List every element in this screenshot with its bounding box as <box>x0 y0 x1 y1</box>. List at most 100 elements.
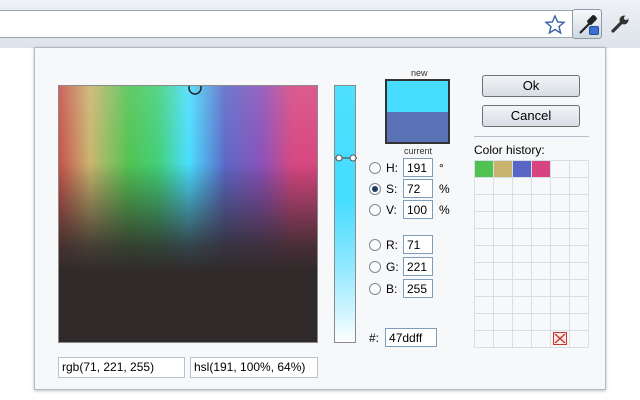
history-empty-slot[interactable] <box>551 246 570 263</box>
history-empty-slot[interactable] <box>513 280 532 297</box>
history-empty-slot[interactable] <box>513 263 532 280</box>
history-empty-slot[interactable] <box>494 229 513 246</box>
wrench-icon[interactable] <box>608 12 632 36</box>
history-empty-slot[interactable] <box>494 314 513 331</box>
history-empty-slot[interactable] <box>551 314 570 331</box>
history-empty-slot[interactable] <box>570 314 589 331</box>
history-empty-slot[interactable] <box>494 280 513 297</box>
history-swatch[interactable] <box>513 161 532 178</box>
current-color-label: current <box>404 146 433 156</box>
history-empty-slot[interactable] <box>551 178 570 195</box>
blue-field[interactable] <box>403 279 433 298</box>
extension-badge-icon <box>589 26 599 35</box>
history-empty-slot[interactable] <box>532 195 551 212</box>
history-empty-slot[interactable] <box>475 246 494 263</box>
red-field[interactable] <box>403 235 433 254</box>
red-radio[interactable] <box>369 238 381 251</box>
history-empty-slot[interactable] <box>570 178 589 195</box>
history-empty-slot[interactable] <box>551 280 570 297</box>
saturation-field[interactable] <box>403 179 433 198</box>
star-outline-icon[interactable] <box>544 14 566 36</box>
history-empty-slot[interactable] <box>494 297 513 314</box>
history-empty-slot[interactable] <box>494 195 513 212</box>
history-empty-slot[interactable] <box>532 331 551 348</box>
green-label: G: <box>386 259 399 274</box>
history-empty-slot[interactable] <box>475 314 494 331</box>
history-empty-slot[interactable] <box>475 229 494 246</box>
history-empty-slot[interactable] <box>532 314 551 331</box>
history-empty-slot[interactable] <box>570 229 589 246</box>
hex-row: #: <box>369 328 438 347</box>
value-field[interactable] <box>403 200 433 219</box>
history-empty-slot[interactable] <box>532 280 551 297</box>
value-radio[interactable] <box>369 203 381 216</box>
history-empty-slot[interactable] <box>475 263 494 280</box>
rgb-readout[interactable]: rgb(71, 221, 255) <box>58 357 185 378</box>
current-color-swatch[interactable] <box>387 111 448 142</box>
hex-label: #: <box>369 330 380 345</box>
saturation-radio[interactable] <box>369 182 381 195</box>
green-radio[interactable] <box>369 260 381 273</box>
clear-history-button[interactable] <box>551 331 570 348</box>
new-color-swatch <box>387 81 448 112</box>
history-empty-slot[interactable] <box>570 280 589 297</box>
history-empty-slot[interactable] <box>551 212 570 229</box>
history-empty-slot[interactable] <box>475 212 494 229</box>
hue-radio[interactable] <box>369 161 381 174</box>
saturation-value-area[interactable] <box>58 85 318 343</box>
history-empty-slot[interactable] <box>532 246 551 263</box>
history-empty-slot[interactable] <box>551 195 570 212</box>
history-empty-slot[interactable] <box>513 331 532 348</box>
history-empty-slot[interactable] <box>475 331 494 348</box>
history-empty-slot[interactable] <box>570 263 589 280</box>
blue-radio[interactable] <box>369 282 381 295</box>
history-empty-slot[interactable] <box>570 297 589 314</box>
history-empty-slot[interactable] <box>513 314 532 331</box>
history-empty-slot[interactable] <box>475 280 494 297</box>
cancel-button[interactable]: Cancel <box>482 105 580 127</box>
green-field[interactable] <box>403 257 433 276</box>
history-empty-slot[interactable] <box>532 212 551 229</box>
ok-button[interactable]: Ok <box>482 75 580 97</box>
history-empty-slot[interactable] <box>475 297 494 314</box>
history-empty-slot[interactable] <box>513 195 532 212</box>
value-slider-handle[interactable] <box>335 151 357 162</box>
history-empty-slot[interactable] <box>494 212 513 229</box>
hsl-readout[interactable]: hsl(191, 100%, 64%) <box>190 357 318 378</box>
eyedropper-button[interactable] <box>572 9 602 39</box>
history-title: Color history: <box>474 143 545 157</box>
history-empty-slot[interactable] <box>475 195 494 212</box>
history-empty-slot[interactable] <box>570 246 589 263</box>
history-empty-slot[interactable] <box>513 178 532 195</box>
address-bar[interactable] <box>0 10 578 38</box>
history-empty-slot[interactable] <box>513 212 532 229</box>
history-empty-slot[interactable] <box>494 246 513 263</box>
value-slider-track[interactable] <box>334 85 356 343</box>
history-swatch[interactable] <box>532 161 551 178</box>
history-empty-slot[interactable] <box>551 229 570 246</box>
history-empty-slot[interactable] <box>494 178 513 195</box>
history-swatch[interactable] <box>494 161 513 178</box>
hue-label: H: <box>386 160 398 175</box>
history-empty-slot[interactable] <box>532 178 551 195</box>
history-empty-slot[interactable] <box>532 229 551 246</box>
hue-field[interactable] <box>403 158 433 177</box>
history-empty-slot[interactable] <box>532 297 551 314</box>
history-empty-slot[interactable] <box>551 297 570 314</box>
history-empty-slot[interactable] <box>570 331 589 348</box>
history-empty-slot[interactable] <box>570 161 589 178</box>
history-empty-slot[interactable] <box>570 195 589 212</box>
history-empty-slot[interactable] <box>513 297 532 314</box>
history-empty-slot[interactable] <box>551 263 570 280</box>
history-empty-slot[interactable] <box>570 212 589 229</box>
history-empty-slot[interactable] <box>494 331 513 348</box>
hex-field[interactable] <box>385 328 438 347</box>
hue-unit: ° <box>439 160 444 175</box>
history-empty-slot[interactable] <box>475 178 494 195</box>
history-empty-slot[interactable] <box>513 229 532 246</box>
history-swatch[interactable] <box>475 161 494 178</box>
history-empty-slot[interactable] <box>494 263 513 280</box>
history-empty-slot[interactable] <box>513 246 532 263</box>
history-empty-slot[interactable] <box>532 263 551 280</box>
history-empty-slot[interactable] <box>551 161 570 178</box>
